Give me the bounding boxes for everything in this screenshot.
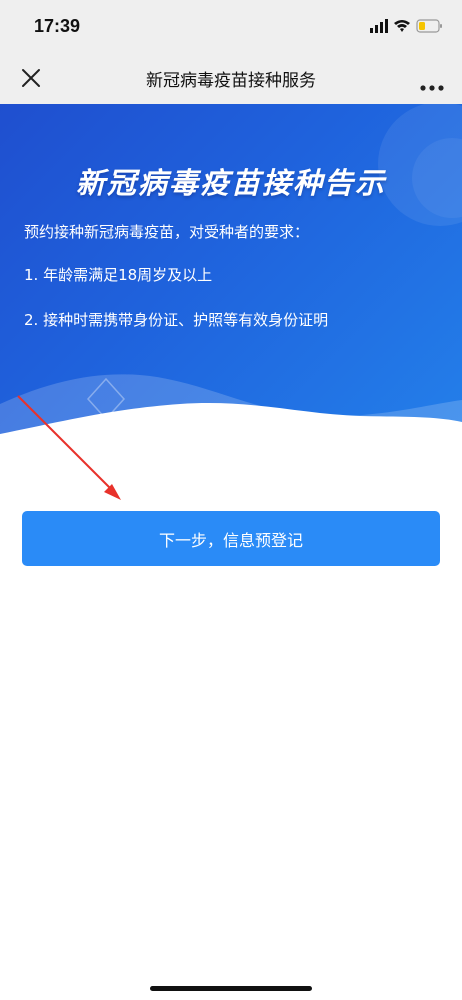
requirement-age: 1. 年龄需满足18周岁及以上 [24, 266, 213, 284]
wifi-icon [394, 20, 410, 32]
notice-banner: 新冠病毒疫苗接种告示 预约接种新冠病毒疫苗，对受种者的要求： 1. 年龄需满足1… [0, 104, 462, 450]
more-icon[interactable] [420, 76, 444, 91]
status-time: 17:39 [34, 16, 81, 36]
requirement-id: 2. 接种时需携带身份证、护照等有效身份证明 [24, 311, 329, 329]
status-icons [370, 18, 444, 34]
page-title: 新冠病毒疫苗接种服务 [146, 71, 316, 91]
notice-title: 新冠病毒疫苗接种告示 [75, 166, 386, 200]
status-bar: 17:39 [0, 0, 462, 52]
battery-icon [416, 19, 442, 33]
signal-icon [370, 19, 388, 33]
next-step-label: 下一步，信息预登记 [158, 530, 303, 550]
nav-bar: 新冠病毒疫苗接种服务 [0, 52, 462, 104]
notice-intro: 预约接种新冠病毒疫苗，对受种者的要求： [24, 223, 310, 241]
next-step-button[interactable]: 下一步，信息预登记 [22, 511, 440, 566]
home-indicator [150, 986, 312, 991]
